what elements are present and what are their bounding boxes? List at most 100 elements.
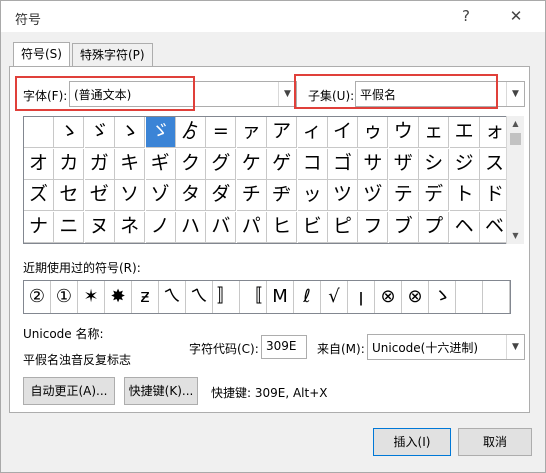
symbol-cell[interactable]	[24, 117, 54, 148]
symbol-cell[interactable]: ニ	[54, 211, 85, 243]
symbol-cell[interactable]: ッ	[297, 180, 328, 211]
symbol-cell[interactable]: ゞ	[145, 117, 176, 148]
chevron-down-icon: ▼	[506, 335, 524, 359]
symbol-cell[interactable]: ケ	[236, 148, 267, 180]
title-bar: 符号 ? ✕	[1, 1, 545, 32]
symbol-cell[interactable]: ジ	[449, 148, 480, 180]
symbol-cell[interactable]: ゥ	[358, 117, 389, 148]
symbol-cell[interactable]: ク	[176, 148, 206, 180]
symbol-cell[interactable]: ゝ	[115, 117, 146, 148]
symbol-cell[interactable]: プ	[419, 211, 450, 243]
autocorrect-button[interactable]: 自动更正(A)...	[23, 377, 115, 405]
symbol-cell[interactable]: ゝ	[54, 117, 85, 148]
recent-symbol[interactable]: ƶ	[132, 281, 159, 313]
symbol-cell[interactable]: デ	[419, 180, 450, 211]
from-label: 来自(M):	[317, 342, 365, 356]
symbol-cell[interactable]: ゴ	[328, 148, 358, 180]
symbol-cell[interactable]: ギ	[145, 148, 176, 180]
symbol-cell[interactable]: ズ	[24, 180, 54, 211]
symbol-cell[interactable]: キ	[115, 148, 146, 180]
symbol-cell[interactable]: ソ	[115, 180, 146, 211]
from-select[interactable]: Unicode(十六进制) ▼	[367, 334, 525, 360]
symbol-cell[interactable]: チ	[236, 180, 267, 211]
char-code-input[interactable]: 309E	[261, 335, 307, 359]
help-button[interactable]: ?	[451, 5, 481, 27]
recent-symbol[interactable]: 〛	[213, 281, 240, 313]
char-code-value: 309E	[266, 339, 297, 353]
symbol-cell[interactable]: ト	[449, 180, 480, 211]
symbol-cell[interactable]: ア	[267, 117, 298, 148]
recent-symbol[interactable]: ✸	[105, 281, 132, 313]
symbol-cell[interactable]: ブ	[388, 211, 419, 243]
symbol-cell[interactable]: ゞ	[84, 117, 115, 148]
scroll-up-icon[interactable]: ▲	[507, 116, 524, 132]
scroll-down-icon[interactable]: ▼	[507, 228, 524, 244]
shortcut-key-button[interactable]: 快捷键(K)...	[124, 377, 198, 405]
symbol-cell[interactable]: サ	[358, 148, 389, 180]
symbol-cell[interactable]: ナ	[24, 211, 54, 243]
recent-symbol[interactable]: √	[321, 281, 348, 313]
symbol-cell[interactable]: グ	[206, 148, 237, 180]
symbol-cell[interactable]: タ	[176, 180, 206, 211]
symbol-cell[interactable]: ハ	[176, 211, 206, 243]
symbol-cell[interactable]: ゾ	[145, 180, 176, 211]
symbol-grid[interactable]: ゝゞゝゞゟ = ァアィイゥウェエォオカガキギクグケゲコゴサザシジスズセゼソゾタダチヂ…	[23, 116, 511, 244]
symbol-cell[interactable]: ァ	[236, 117, 267, 148]
symbol-cell[interactable]: ゟ	[176, 117, 206, 148]
symbol-cell[interactable]: パ	[236, 211, 267, 243]
recent-symbol[interactable]: ⊗	[402, 281, 429, 313]
symbol-cell[interactable]: ヌ	[84, 211, 115, 243]
recent-symbol[interactable]: ⊗	[375, 281, 402, 313]
symbol-cell[interactable]: ガ	[84, 148, 115, 180]
symbol-cell[interactable]: フ	[358, 211, 389, 243]
symbol-cell[interactable]: エ	[449, 117, 480, 148]
symbol-cell[interactable]: ウ	[388, 117, 419, 148]
symbol-cell[interactable]: ェ	[419, 117, 450, 148]
recent-symbol[interactable]: ㄟ	[186, 281, 213, 313]
recent-symbol[interactable]: ①	[51, 281, 78, 313]
recent-symbol[interactable]	[483, 281, 510, 313]
symbol-cell[interactable]: ヘ	[449, 211, 480, 243]
recent-symbols[interactable]: ② ① ✶ ✸ ƶ ㄟㄟ〛〚 Mℓ √ ꞁ ⊗ ⊗ ゝ	[23, 280, 511, 314]
symbol-cell[interactable]: =	[206, 117, 237, 148]
close-icon[interactable]: ✕	[501, 5, 531, 27]
symbol-cell[interactable]: コ	[297, 148, 328, 180]
recent-symbol[interactable]: ㄟ	[159, 281, 186, 313]
recent-label: 近期使用过的符号(R):	[23, 261, 141, 275]
symbol-cell[interactable]: ツ	[328, 180, 358, 211]
symbol-cell[interactable]: ゲ	[267, 148, 298, 180]
symbol-cell[interactable]: ザ	[388, 148, 419, 180]
recent-symbol[interactable]	[456, 281, 483, 313]
recent-symbol[interactable]: ②	[24, 281, 51, 313]
symbol-cell[interactable]: ダ	[206, 180, 237, 211]
symbol-cell[interactable]: ネ	[115, 211, 146, 243]
symbol-cell[interactable]: セ	[54, 180, 85, 211]
tab-symbols[interactable]: 符号(S)	[13, 42, 70, 68]
recent-symbol[interactable]: ℓ	[294, 281, 321, 313]
recent-symbol[interactable]: 〚	[240, 281, 267, 313]
insert-button[interactable]: 插入(I)	[373, 428, 451, 456]
grid-scrollbar[interactable]: ▲ ▼	[506, 116, 524, 244]
symbol-cell[interactable]: オ	[24, 148, 54, 180]
symbol-cell[interactable]: イ	[328, 117, 358, 148]
symbol-cell[interactable]: ゼ	[84, 180, 115, 211]
symbol-cell[interactable]: テ	[388, 180, 419, 211]
symbol-cell[interactable]: ヅ	[358, 180, 389, 211]
symbol-cell[interactable]: ノ	[145, 211, 176, 243]
symbol-cell[interactable]: ビ	[297, 211, 328, 243]
symbol-cell[interactable]: ィ	[297, 117, 328, 148]
symbol-cell[interactable]: バ	[206, 211, 237, 243]
symbol-cell[interactable]: ピ	[328, 211, 358, 243]
cancel-button[interactable]: 取消	[458, 428, 532, 456]
recent-symbol[interactable]: ✶	[78, 281, 105, 313]
recent-symbol[interactable]: M	[267, 281, 294, 313]
tab-special-characters[interactable]: 特殊字符(P)	[72, 43, 153, 67]
recent-symbol[interactable]: ゝ	[429, 281, 456, 313]
symbol-cell[interactable]: シ	[419, 148, 450, 180]
scroll-thumb[interactable]	[510, 133, 521, 145]
symbol-cell[interactable]: ヒ	[267, 211, 298, 243]
symbol-cell[interactable]: ヂ	[267, 180, 298, 211]
recent-symbol[interactable]: ꞁ	[348, 281, 375, 313]
symbol-cell[interactable]: カ	[54, 148, 85, 180]
from-value: Unicode(十六进制)	[372, 341, 479, 355]
